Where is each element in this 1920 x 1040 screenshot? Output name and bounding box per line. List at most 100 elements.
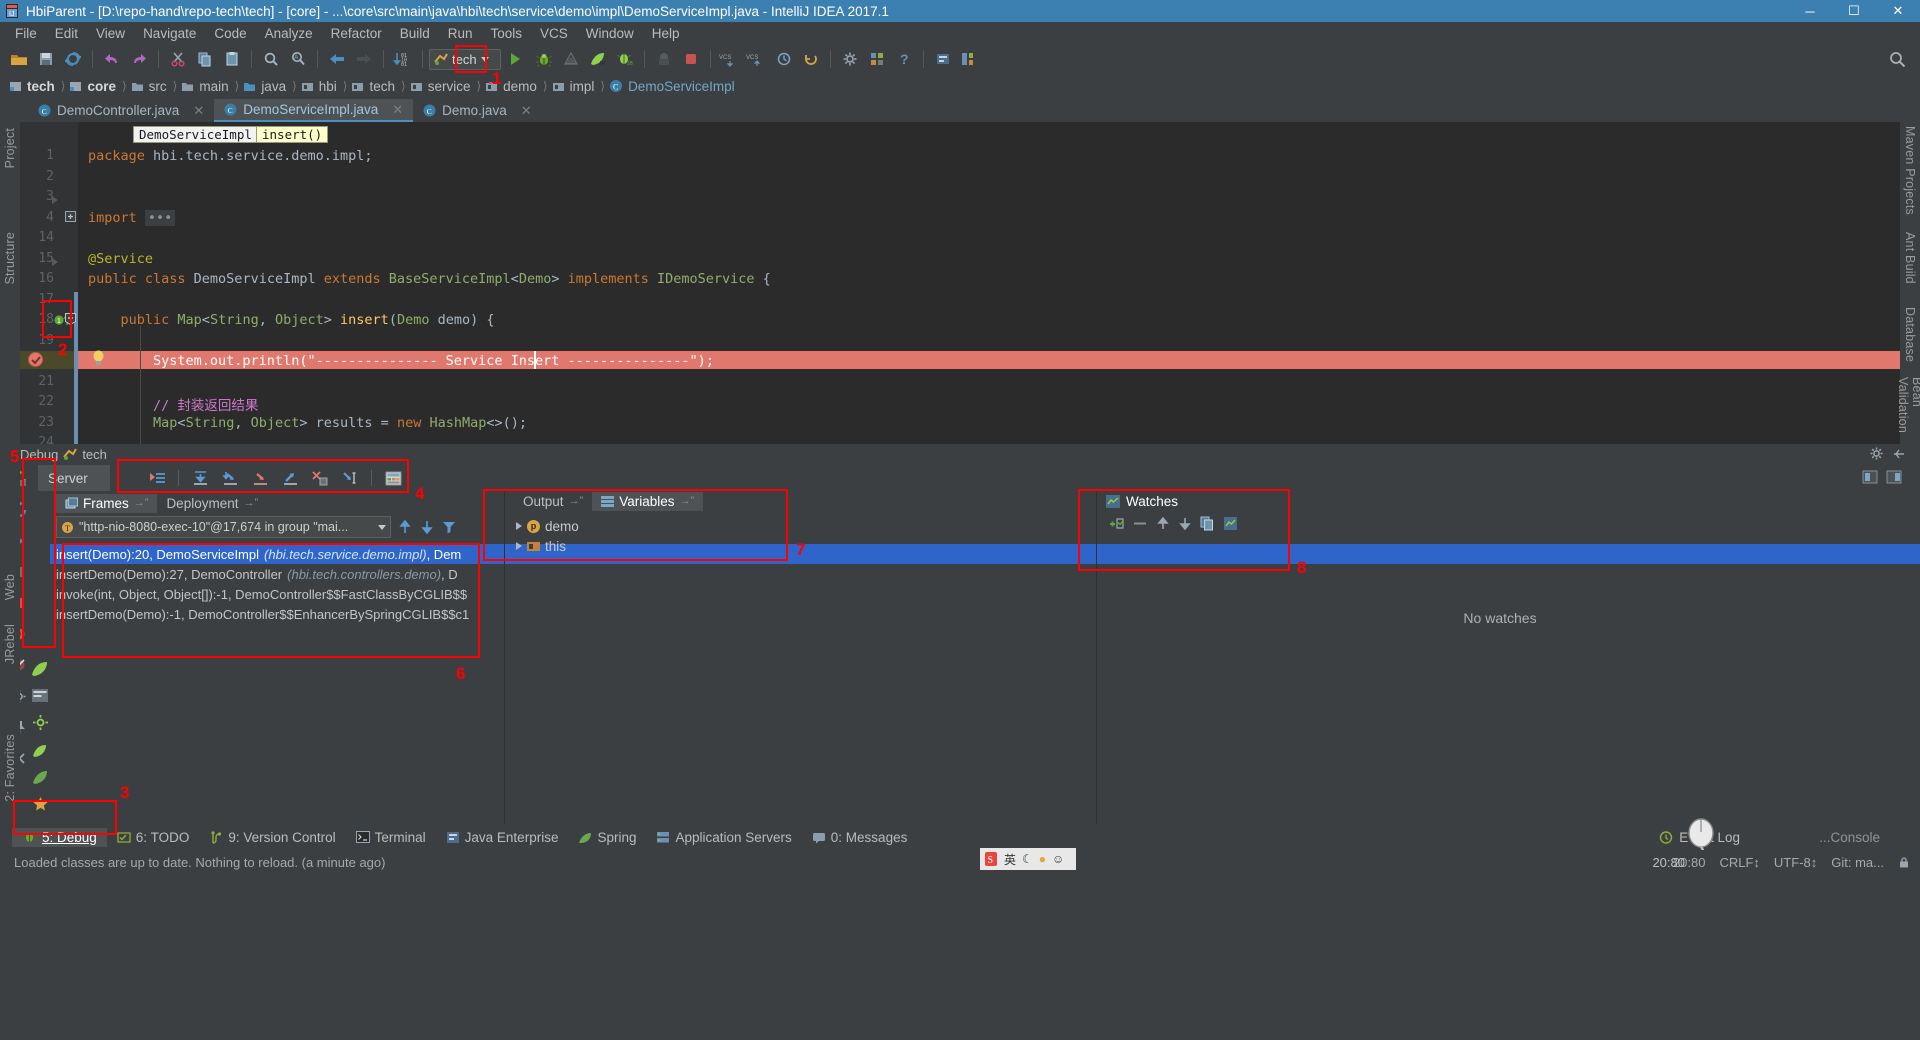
tool-window-jrebel[interactable]: JRebel: [3, 624, 17, 664]
bottom-tab-messages[interactable]: 0: Messages: [802, 828, 918, 847]
close-icon[interactable]: ✕: [392, 102, 403, 118]
edit-icon[interactable]: [1223, 516, 1238, 531]
list-item[interactable]: this: [508, 536, 828, 556]
menu-item-tools[interactable]: Tools: [482, 24, 532, 43]
code-line[interactable]: System.out.println("--------------- Serv…: [88, 353, 714, 369]
run-icon[interactable]: [502, 47, 528, 71]
evaluate-expression-icon[interactable]: [380, 466, 406, 490]
vcs-revert-icon[interactable]: [798, 47, 824, 71]
step-over-icon[interactable]: [187, 466, 213, 490]
diagram-icon[interactable]: [957, 47, 983, 71]
debug-server-tab[interactable]: Server: [38, 465, 110, 491]
coverage-icon[interactable]: [558, 47, 584, 71]
copy-icon[interactable]: [192, 47, 218, 71]
method-marker-icon[interactable]: [51, 257, 60, 267]
editor-tab-demoserviceimpl[interactable]: C DemoServiceImpl.java ✕: [214, 99, 413, 122]
bottom-tab-terminal[interactable]: Terminal: [346, 828, 436, 847]
undo-icon[interactable]: [99, 47, 125, 71]
run-configuration-selector[interactable]: tech: [429, 49, 501, 70]
drop-frame-icon[interactable]: [307, 466, 333, 490]
tab-frames[interactable]: Frames →”: [56, 494, 157, 513]
debug-icon[interactable]: [531, 47, 557, 71]
menu-item-run[interactable]: Run: [439, 24, 482, 43]
panel-divider[interactable]: [1096, 490, 1097, 824]
find-icon[interactable]: [258, 47, 284, 71]
breadcrumb-item-impl[interactable]: impl: [549, 79, 600, 94]
menu-item-refactor[interactable]: Refactor: [322, 24, 391, 43]
code-line[interactable]: @Service: [88, 251, 153, 267]
tab-pin-icon[interactable]: →”: [134, 497, 149, 509]
stop-icon[interactable]: [678, 47, 704, 71]
intention-bulb-icon[interactable]: [92, 350, 105, 367]
forward-icon[interactable]: [351, 47, 377, 71]
jrebel-small-icon[interactable]: [31, 742, 49, 758]
tab-pin-icon[interactable]: →”: [243, 497, 258, 509]
menu-item-vcs[interactable]: VCS: [531, 24, 577, 43]
panel-divider[interactable]: [504, 490, 505, 824]
menu-item-navigate[interactable]: Navigate: [134, 24, 205, 43]
add-watch-icon[interactable]: [1108, 516, 1124, 531]
minimize-button[interactable]: ─: [1788, 0, 1832, 22]
code-editor[interactable]: DemoServiceImpl insert() package hbi.tec…: [78, 122, 1906, 444]
breadcrumb-item-java[interactable]: java: [240, 79, 291, 94]
jrebel-icon[interactable]: [31, 660, 49, 677]
move-up-icon[interactable]: [1156, 516, 1170, 531]
ime-dot-icon[interactable]: ●: [1039, 852, 1046, 866]
tab-pin-icon[interactable]: →”: [679, 495, 694, 507]
move-down-icon[interactable]: [1178, 516, 1192, 531]
copy-icon[interactable]: [1200, 516, 1215, 531]
redo-icon[interactable]: [126, 47, 152, 71]
settings-icon[interactable]: [837, 47, 863, 71]
bottom-tab-spring[interactable]: Spring: [568, 828, 646, 847]
cut-icon[interactable]: [165, 47, 191, 71]
code-line[interactable]: // 封装返回结果: [88, 394, 258, 414]
bottom-tab-application-servers[interactable]: Application Servers: [646, 828, 801, 847]
tool-window-web[interactable]: Web: [3, 574, 17, 600]
line-separator[interactable]: CRLF↕: [1719, 855, 1759, 870]
bottom-tab-java-enterprise[interactable]: Java Enterprise: [436, 828, 569, 847]
chevron-down-icon[interactable]: [378, 525, 386, 530]
step-out-icon[interactable]: [277, 466, 303, 490]
chevron-down-icon[interactable]: [481, 57, 489, 62]
expand-triangle-icon[interactable]: [516, 522, 522, 530]
tool-window-maven[interactable]: Maven Projects: [1903, 126, 1917, 215]
code-line[interactable]: public Map<String, Object> insert(Demo d…: [88, 312, 495, 328]
menu-item-build[interactable]: Build: [391, 24, 439, 43]
hide-icon[interactable]: [1892, 448, 1906, 460]
close-icon[interactable]: ✕: [521, 103, 532, 119]
tool-window-project[interactable]: Project: [3, 128, 17, 168]
spring-leaf-icon[interactable]: [31, 769, 49, 785]
step-into-icon[interactable]: [217, 466, 243, 490]
breadcrumb-item-service[interactable]: service: [407, 79, 476, 94]
ime-tray[interactable]: S 英 ☾ ● ☺: [980, 848, 1076, 870]
tab-deployment[interactable]: Deployment →”: [157, 494, 267, 513]
tool-window-bean-validation[interactable]: Bean Validation: [1896, 377, 1920, 444]
up-arrow-icon[interactable]: [397, 519, 413, 535]
filter-icon[interactable]: [441, 519, 457, 535]
menu-item-view[interactable]: View: [87, 24, 134, 43]
editor-tab-democontroller[interactable]: C DemoController.java ✕: [28, 99, 214, 122]
breadcrumb-item-tech-pkg[interactable]: tech: [348, 79, 400, 94]
list-item[interactable]: p demo: [508, 516, 828, 536]
breadcrumb-item-src[interactable]: src: [128, 79, 172, 94]
breadcrumb-item-hbi[interactable]: hbi: [298, 79, 342, 94]
save-all-icon[interactable]: [33, 47, 59, 71]
menu-item-analyze[interactable]: Analyze: [256, 24, 322, 43]
restore-layout-icon[interactable]: [1886, 469, 1902, 485]
menu-item-edit[interactable]: Edit: [46, 24, 87, 43]
tab-pin-icon[interactable]: →”: [569, 495, 584, 507]
help-icon[interactable]: ?: [891, 47, 917, 71]
tab-variables[interactable]: Variables →”: [592, 492, 703, 511]
settings-gear-icon[interactable]: [32, 714, 49, 731]
close-button[interactable]: ✕: [1876, 0, 1920, 22]
tool-window-favorites[interactable]: 2: Favorites: [3, 734, 17, 802]
attach-profiler-icon[interactable]: [651, 47, 677, 71]
tab-output[interactable]: Output →”: [514, 492, 592, 511]
ime-language[interactable]: 英: [1004, 851, 1016, 868]
search-everywhere-icon[interactable]: [1888, 50, 1906, 68]
menu-item-window[interactable]: Window: [577, 24, 643, 43]
tool-window-ant[interactable]: Ant Build: [1903, 232, 1917, 284]
show-execution-point-icon[interactable]: [144, 466, 170, 490]
maximize-button[interactable]: ☐: [1832, 0, 1876, 22]
variables-list[interactable]: p demo this: [508, 516, 828, 556]
